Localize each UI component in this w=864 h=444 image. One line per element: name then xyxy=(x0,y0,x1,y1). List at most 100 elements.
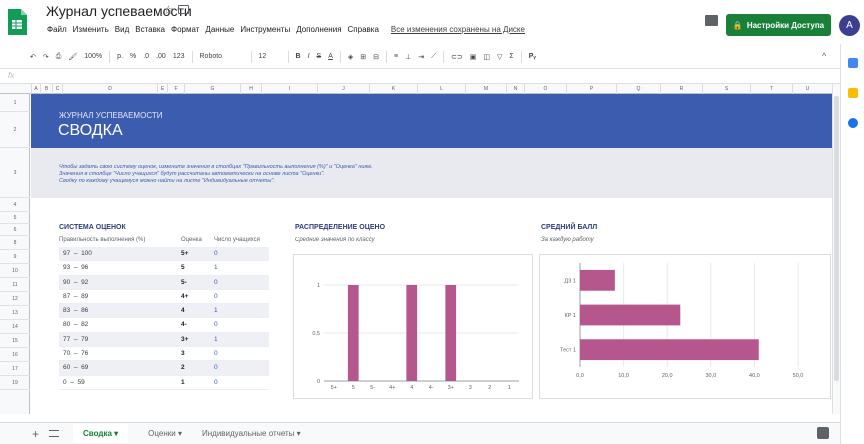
bar[interactable] xyxy=(406,285,418,381)
column-header-cell[interactable]: K xyxy=(369,84,417,94)
column-header-cell[interactable]: U xyxy=(792,84,822,94)
row-header-cell[interactable]: 6 xyxy=(0,224,30,236)
column-header-cell[interactable]: L xyxy=(417,84,465,94)
tab-reports[interactable]: Индивидуальные отчеты ▾ xyxy=(202,429,301,438)
student-count-cell[interactable]: 0 xyxy=(214,293,218,300)
grade-cell[interactable]: 5+ xyxy=(181,250,188,257)
redo-icon[interactable]: ↷ xyxy=(43,53,49,61)
column-header-cell[interactable]: B xyxy=(40,84,52,94)
number-format-select[interactable]: 123 xyxy=(173,53,185,60)
grade-cell[interactable]: 2 xyxy=(181,364,185,371)
column-header-cell[interactable]: G xyxy=(184,84,240,94)
text-rotate-icon[interactable]: ⟋ xyxy=(431,53,436,61)
student-count-cell[interactable]: 0 xyxy=(214,350,218,357)
grade-range-cell[interactable]: 93 – 96 xyxy=(63,264,88,271)
undo-icon[interactable]: ↶ xyxy=(30,53,36,61)
student-count-cell[interactable]: 1 xyxy=(214,264,218,271)
explore-icon[interactable] xyxy=(817,427,829,439)
borders-icon[interactable]: ⊞ xyxy=(360,53,366,61)
row-header-cell[interactable]: 14 xyxy=(0,320,30,334)
tab-grades[interactable]: Оценки ▾ xyxy=(148,429,182,438)
paint-format-icon[interactable]: 🖌 xyxy=(68,53,77,61)
grade-range-cell[interactable]: 77 – 79 xyxy=(63,336,88,343)
column-header-cell[interactable]: D xyxy=(62,84,157,94)
menu-view[interactable]: Вид xyxy=(112,22,132,37)
italic-button[interactable]: I xyxy=(308,53,310,60)
tasks-icon[interactable] xyxy=(848,118,858,128)
increase-decimal-button[interactable]: .00 xyxy=(156,53,166,60)
column-header-cell[interactable]: O xyxy=(524,84,566,94)
bar[interactable] xyxy=(580,269,615,291)
print-icon[interactable]: ⎙ xyxy=(56,53,62,61)
column-header-cell[interactable]: E xyxy=(157,84,167,94)
column-header-cell[interactable]: Q xyxy=(616,84,660,94)
column-header-cell[interactable]: P xyxy=(566,84,616,94)
grade-range-cell[interactable]: 70 – 76 xyxy=(63,350,88,357)
row-header-cell[interactable]: 5 xyxy=(0,212,30,224)
average-score-chart[interactable]: 0,0 10,0 20,0 30,0 40,0 50,0 ДЗ 1 КР 1 Тест 1 xyxy=(539,254,831,399)
bar[interactable] xyxy=(347,285,359,381)
column-header-cell[interactable]: M xyxy=(465,84,506,94)
bold-button[interactable]: B xyxy=(296,53,301,60)
calendar-icon[interactable] xyxy=(848,58,858,68)
student-count-cell[interactable]: 1 xyxy=(214,336,218,343)
decrease-decimal-button[interactable]: .0 xyxy=(143,53,149,60)
chart-icon[interactable]: ◫ xyxy=(483,53,490,61)
grade-range-cell[interactable]: 80 – 82 xyxy=(63,321,88,328)
row-header-cell[interactable]: 1 xyxy=(0,94,30,112)
student-count-cell[interactable]: 0 xyxy=(214,250,218,257)
student-count-cell[interactable]: 0 xyxy=(214,321,218,328)
row-header-cell[interactable]: 13 xyxy=(0,306,30,320)
column-header-cell[interactable]: N xyxy=(506,84,524,94)
grade-distribution-chart[interactable]: 0 0,5 1 5+ 5 5- 4+ 4 4- 3+ 3 2 1 xyxy=(293,254,533,399)
grade-cell[interactable]: 4+ xyxy=(181,293,188,300)
row-header-cell[interactable]: 12 xyxy=(0,292,30,306)
spreadsheet-grid[interactable]: ABCDEFGHIJKLMNOPQRSTU 1 2 3 4 5 6 8 9 10 11 12 13 14… xyxy=(0,84,832,414)
grade-range-cell[interactable]: 97 – 100 xyxy=(63,250,92,257)
menu-tools[interactable]: Инструменты xyxy=(237,22,293,37)
fill-color-icon[interactable]: ◈ xyxy=(348,53,353,61)
grade-cell[interactable]: 5 xyxy=(181,264,185,271)
grade-cell[interactable]: 3 xyxy=(181,350,185,357)
bar[interactable] xyxy=(445,285,457,381)
saved-status-link[interactable]: Все изменения сохранены на Диске xyxy=(388,22,528,37)
row-header-cell[interactable]: 19 xyxy=(0,376,30,390)
align-horizontal-icon[interactable]: ≡ xyxy=(394,53,398,60)
row-header-cell[interactable]: 4 xyxy=(0,198,30,212)
currency-button[interactable]: р. xyxy=(117,53,123,60)
grade-range-cell[interactable]: 90 – 92 xyxy=(63,279,88,286)
font-size-select[interactable]: 12 xyxy=(259,53,281,60)
grade-range-cell[interactable]: 87 – 89 xyxy=(63,293,88,300)
student-count-cell[interactable]: 0 xyxy=(214,364,218,371)
scrollbar-thumb[interactable] xyxy=(834,96,839,381)
grade-cell[interactable]: 5- xyxy=(181,279,187,286)
comment-icon[interactable] xyxy=(705,15,718,26)
row-header-cell[interactable]: 15 xyxy=(0,334,30,348)
student-count-cell[interactable]: 0 xyxy=(214,279,218,286)
formula-bar[interactable]: fx xyxy=(0,68,840,84)
grade-cell[interactable]: 3+ xyxy=(181,336,188,343)
comment-add-icon[interactable]: ▣ xyxy=(470,53,477,61)
row-header-cell[interactable]: 11 xyxy=(0,278,30,292)
add-sheet-icon[interactable]: + xyxy=(32,427,39,441)
menu-help[interactable]: Справка xyxy=(345,22,382,37)
keep-icon[interactable] xyxy=(848,88,858,98)
grade-cell[interactable]: 4 xyxy=(181,307,185,314)
menu-data[interactable]: Данные xyxy=(202,22,237,37)
filter-icon[interactable]: ▽ xyxy=(497,53,502,61)
vertical-scrollbar[interactable] xyxy=(832,84,840,414)
functions-icon[interactable]: Σ xyxy=(509,53,513,60)
row-header-cell[interactable]: 16 xyxy=(0,348,30,362)
student-count-cell[interactable]: 0 xyxy=(214,379,218,386)
bar[interactable] xyxy=(580,304,681,326)
strikethrough-button[interactable]: S xyxy=(317,53,322,60)
chevron-up-icon[interactable]: ^ xyxy=(822,51,826,61)
column-header-cell[interactable]: H xyxy=(240,84,261,94)
text-wrap-icon[interactable]: ⇥ xyxy=(418,53,424,61)
percent-button[interactable]: % xyxy=(130,53,136,60)
star-icon[interactable]: ☆ xyxy=(163,3,174,17)
column-header-cell[interactable]: A xyxy=(31,84,40,94)
align-vertical-icon[interactable]: ⊥ xyxy=(405,53,411,61)
column-header-cell[interactable]: R xyxy=(660,84,702,94)
column-header-cell[interactable]: S xyxy=(702,84,750,94)
